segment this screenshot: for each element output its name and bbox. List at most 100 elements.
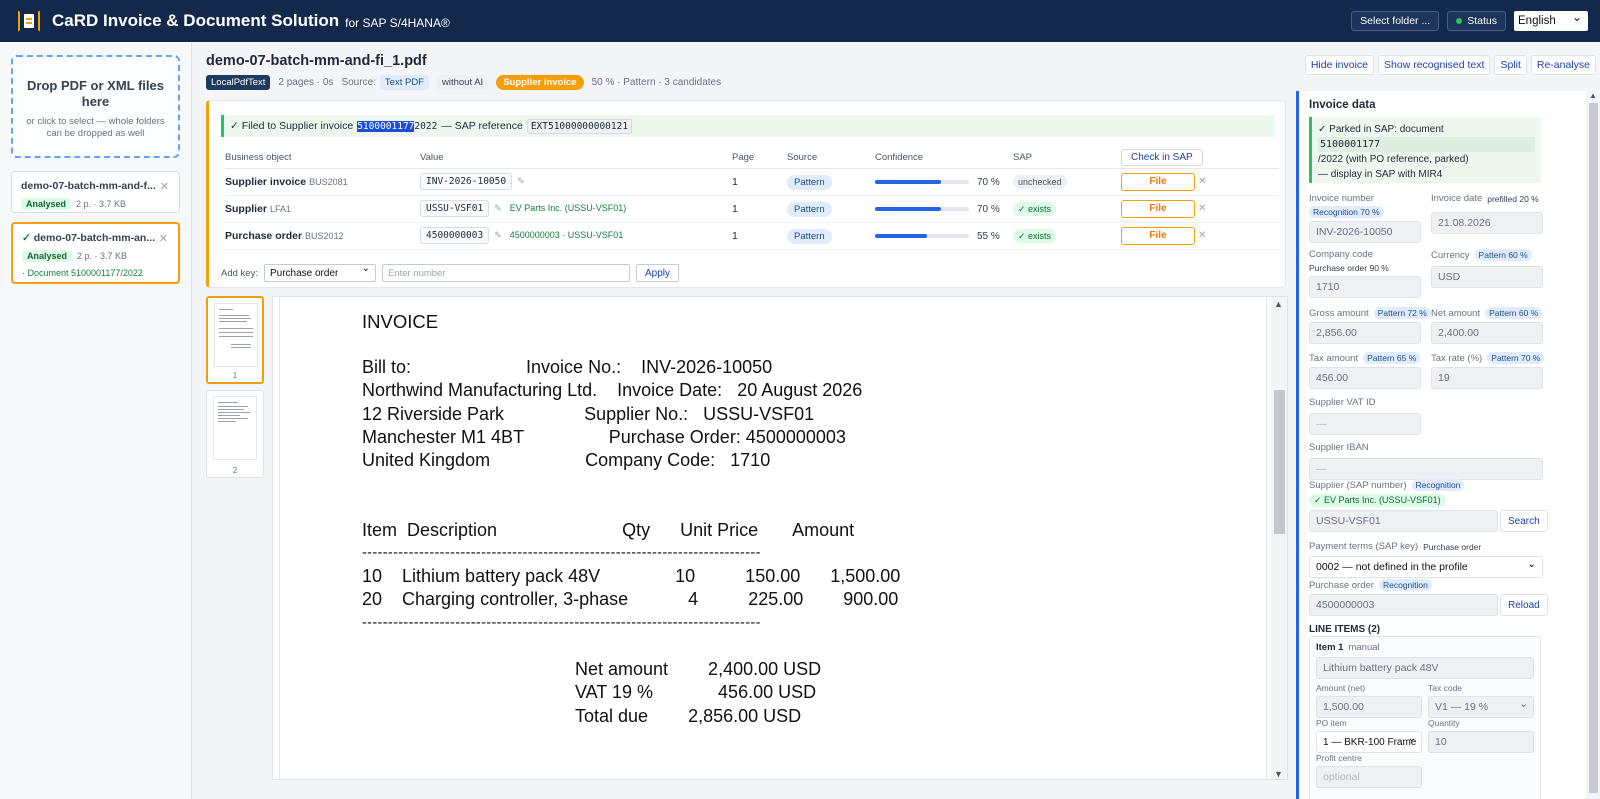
drop-hint: or click to select — whole folders can b…	[26, 116, 165, 139]
company-code-input[interactable]: 1710	[1309, 276, 1421, 298]
file-button[interactable]: File	[1121, 226, 1195, 245]
key-number-input[interactable]: Enter number	[381, 264, 630, 282]
supplier-match: ✓ EV Parts Inc. (USSU-VSF01)	[1309, 494, 1446, 507]
apply-button[interactable]: Apply	[635, 264, 679, 282]
invoice-line: Bill to: Invoice No.: INV-2026-10050	[362, 357, 773, 377]
reload-button[interactable]: Reload	[1500, 594, 1548, 616]
net-amount-input[interactable]: 2,400.00	[1431, 322, 1543, 344]
remove-file-icon[interactable]: ✕	[160, 180, 169, 193]
viewer-scrollbar[interactable]: ▲ ▼	[1271, 297, 1287, 779]
tax-rate-field: Tax rate (%) Pattern 70 % 19	[1431, 352, 1545, 389]
remove-row-icon[interactable]: ✕	[1198, 176, 1206, 187]
currency-input[interactable]: USD	[1431, 266, 1543, 288]
value-field[interactable]: USSU-VSF01	[420, 200, 490, 217]
parked-document-number[interactable]: 5100001177	[1318, 137, 1535, 152]
ai-tag: without AI	[436, 75, 489, 90]
remove-file-icon[interactable]: ✕	[159, 232, 168, 245]
tax-amount-input[interactable]: 456.00	[1309, 367, 1421, 389]
page-thumbnail[interactable]: 1	[206, 296, 264, 384]
invoice-total: Total due 2,856.00 USD	[575, 706, 802, 726]
file-card-active[interactable]: ✓ demo-07-batch-mm-an... ✕ Analysed 2 p. …	[11, 222, 180, 284]
edit-pencil-icon[interactable]: ✎	[517, 176, 525, 186]
file-button[interactable]: File	[1121, 199, 1195, 218]
engine-tag: LocalPdfText	[206, 75, 271, 90]
tax-code-select[interactable]: V1 — 19 % ⌄	[1428, 696, 1534, 718]
page-thumbnails: 1 2	[206, 296, 264, 484]
chevron-down-icon: ⌄	[1519, 698, 1528, 710]
quantity-input[interactable]: 10	[1428, 731, 1534, 753]
value-field[interactable]: INV-2026-10050	[420, 173, 513, 190]
confidence-bar	[875, 233, 969, 238]
iban-input[interactable]: —	[1309, 458, 1543, 480]
edit-pencil-icon[interactable]: ✎	[494, 203, 502, 213]
status-dot-icon	[1456, 18, 1463, 24]
item-amount-input[interactable]: 1,500.00	[1316, 696, 1422, 718]
doc-number-selected[interactable]: 5100001177	[357, 120, 415, 132]
remove-row-icon[interactable]: ✕	[1198, 230, 1206, 241]
gross-amount-input[interactable]: 2,856.00	[1309, 322, 1421, 344]
invoice-number-input[interactable]: INV-2026-10050	[1309, 221, 1421, 243]
file-card[interactable]: demo-07-batch-mm-and-f... ✕ Analysed 2 p.…	[11, 171, 180, 213]
invoice-table-header: Item Description Qty Unit Price Amount	[362, 520, 855, 540]
search-button[interactable]: Search	[1500, 510, 1548, 532]
page-thumbnail[interactable]: 2	[206, 390, 264, 478]
file-meta: 2 p. · 3.7 KB	[77, 251, 128, 261]
show-text-button[interactable]: Show recognised text	[1378, 55, 1491, 75]
scroll-up-icon[interactable]: ▲	[1589, 91, 1597, 100]
confidence-bar	[875, 206, 969, 211]
split-button[interactable]: Split	[1494, 55, 1527, 75]
select-folder-button[interactable]: Select folder ...	[1351, 11, 1440, 31]
item-description-input[interactable]: Lithium battery pack 48V	[1316, 657, 1534, 679]
file-button[interactable]: File	[1121, 172, 1195, 191]
col-value: Value	[420, 148, 732, 169]
scroll-down-icon[interactable]: ▼	[1274, 769, 1283, 779]
business-objects-panel: ✓ Filed to Supplier invoice 510000117720…	[206, 100, 1286, 288]
language-select[interactable]: English	[1514, 10, 1588, 31]
app-subtitle: for SAP S/4HANA®	[345, 15, 450, 30]
doc-type-tag: Supplier invoice	[496, 75, 584, 90]
supplier-link[interactable]: EV Parts Inc. (USSU-VSF01)	[510, 203, 627, 213]
profit-centre-input[interactable]: optional	[1316, 766, 1422, 788]
vat-id-input[interactable]: —	[1309, 413, 1421, 435]
invoice-item: 10 Lithium battery pack 48V 10 150.00 1,…	[362, 566, 901, 586]
edit-pencil-icon[interactable]: ✎	[494, 230, 502, 240]
check-in-sap-button[interactable]: Check in SAP	[1121, 149, 1203, 167]
payment-terms-field: Payment terms (SAP key) Purchase order 00…	[1309, 541, 1543, 578]
sap-reference: EXT51000000000121	[526, 118, 633, 134]
line-items-title: LINE ITEMS (2)	[1309, 624, 1381, 635]
value-field[interactable]: 4500000003	[420, 227, 490, 244]
hide-invoice-button[interactable]: Hide invoice	[1304, 55, 1375, 75]
divider: ----------------------------------------…	[362, 615, 761, 631]
invoice-line: Manchester M1 4BT Purchase Order: 450000…	[362, 427, 846, 447]
remove-row-icon[interactable]: ✕	[1198, 203, 1206, 214]
invoice-date-input[interactable]: 21.08.2026	[1431, 212, 1543, 234]
reanalyse-button[interactable]: Re-analyse	[1530, 55, 1596, 75]
pages-time: 2 pages · 0s	[278, 77, 334, 88]
net-amount-field: Net amount Pattern 60 % 2,400.00	[1431, 307, 1543, 344]
source-tag: Text PDF	[379, 75, 429, 90]
po-item-select[interactable]: 1 — BKR-100 Frame ⌄	[1316, 731, 1422, 753]
divider: ----------------------------------------…	[362, 545, 761, 561]
file-name: demo-07-batch-mm-an...	[33, 232, 156, 244]
currency-field: Currency Pattern 60 % USD	[1431, 249, 1543, 288]
pdf-viewer[interactable]: INVOICE Bill to: Invoice No.: INV-2026-1…	[272, 296, 1288, 780]
invoice-date-field: Invoice date prefilled 20 % 21.08.2026	[1431, 193, 1543, 234]
invoice-line: United Kingdom Company Code: 1710	[362, 450, 771, 470]
status-button[interactable]: Status	[1447, 11, 1506, 31]
panel-scrollbar[interactable]: ▲	[1586, 91, 1600, 799]
supplier-input[interactable]: USSU-VSF01	[1309, 510, 1498, 532]
tax-rate-input[interactable]: 19	[1431, 367, 1543, 389]
table-row: Supplier LFA1 USSU-VSF01 ✎ EV Parts Inc. (U…	[225, 195, 1279, 223]
po-link[interactable]: 4500000003 · USSU-VSF01	[510, 230, 624, 240]
invoice-total: Net amount 2,400.00 USD	[575, 659, 822, 679]
key-type-select[interactable]: Purchase order	[263, 263, 376, 282]
top-bar: CaRD Invoice & Document Solution for SAP…	[0, 0, 1600, 42]
file-drop-zone[interactable]: Drop PDF or XML files here or click to s…	[11, 55, 180, 158]
invoice-total: VAT 19 % 456.00 USD	[575, 682, 817, 702]
file-meta: 2 p. · 3.7 KB	[76, 199, 127, 209]
purchase-order-input[interactable]: 4500000003	[1309, 594, 1498, 616]
payment-terms-select[interactable]: 0002 — not defined in the profile ⌄	[1309, 556, 1543, 578]
filed-banner: ✓ Filed to Supplier invoice 510000117720…	[221, 115, 1275, 137]
invoice-data-panel: Invoice data ✓ Parked in SAP: document 5…	[1296, 91, 1600, 799]
scroll-up-icon[interactable]: ▲	[1274, 299, 1283, 309]
